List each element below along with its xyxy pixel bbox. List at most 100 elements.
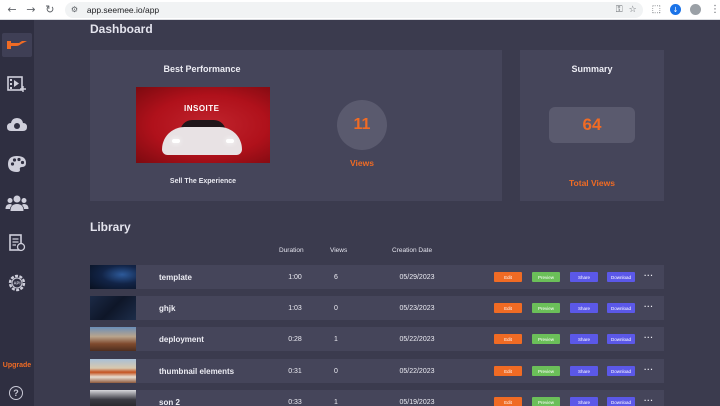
best-performance-title: Best Performance [163,64,241,74]
video-views: 6 [334,273,338,281]
cloud-upload-icon [7,118,27,131]
menu-icon[interactable]: ⋮ [710,4,720,15]
address-bar[interactable]: ⚙ app.seemee.io/app ⚿ ☆ [64,1,643,18]
more-options-icon[interactable]: ··· [644,271,654,280]
users-icon [5,195,29,211]
sidebar-item-themes[interactable] [2,152,32,176]
video-views: 1 [334,335,338,343]
best-views-label: Views [350,158,374,168]
video-name[interactable]: thumbnail elements [159,367,234,376]
preview-button[interactable]: Preview [532,397,560,406]
library-title: Library [90,220,131,234]
upgrade-link[interactable]: Upgrade [0,362,34,369]
profile-avatar[interactable] [690,4,702,15]
help-icon[interactable]: ? [9,386,23,400]
best-video-thumbnail[interactable]: INSOITE [136,87,270,163]
video-date: 05/22/2023 [399,335,435,343]
table-row[interactable]: thumbnail elements 0:31 0 05/22/2023 Edi… [90,359,664,383]
download-button[interactable]: Download [607,303,635,313]
video-name[interactable]: deployment [159,335,204,344]
reload-icon[interactable]: ↻ [43,3,57,17]
edit-button[interactable]: Edit [494,397,522,406]
share-button[interactable]: Share [570,397,598,406]
video-duration: 0:31 [288,367,302,375]
video-duration: 0:28 [288,335,302,343]
sidebar-item-videos[interactable] [2,72,32,96]
sidebar: API Upgrade ? [0,20,34,406]
svg-text:API: API [14,281,21,286]
logo-icon [7,41,27,49]
more-options-icon[interactable]: ··· [644,333,654,342]
edit-button[interactable]: Edit [494,334,522,344]
extensions-icon[interactable]: ⬚ [652,4,661,15]
column-header-views: Views [330,247,348,254]
total-views-label: Total Views [569,178,615,188]
edit-button[interactable]: Edit [494,303,522,313]
sidebar-item-cloud[interactable] [2,113,32,137]
best-performance-card: Best Performance INSOITE Sell The Experi… [90,50,502,201]
table-row[interactable]: template 1:00 6 05/29/2023 Edit Preview … [90,265,664,289]
video-name[interactable]: ghjk [159,304,175,313]
video-date: 05/23/2023 [399,304,435,312]
edit-button[interactable]: Edit [494,366,522,376]
back-icon[interactable]: ← [5,3,19,17]
sidebar-item-documents[interactable] [2,231,32,255]
video-views: 0 [334,304,338,312]
forward-icon[interactable]: → [24,3,38,17]
sidebar-item-home[interactable] [2,33,32,57]
headlight-left [172,139,180,143]
more-options-icon[interactable]: ··· [644,396,654,405]
video-thumbnail[interactable] [90,265,136,289]
table-row[interactable]: deployment 0:28 1 05/22/2023 Edit Previe… [90,327,664,351]
share-button[interactable]: Share [570,366,598,376]
sidebar-item-api[interactable]: API [2,271,32,295]
headlight-right [226,139,234,143]
more-options-icon[interactable]: ··· [644,302,654,311]
total-views-count: 64 [549,107,635,143]
main-content: Dashboard Best Performance INSOITE Sell … [34,20,720,406]
video-duration: 0:33 [288,398,302,406]
preview-button[interactable]: Preview [532,303,560,313]
column-header-duration: Duration [279,247,304,254]
video-date: 05/29/2023 [399,273,435,281]
summary-title: Summary [571,64,613,74]
share-button[interactable]: Share [570,303,598,313]
download-button[interactable]: Download [607,397,635,406]
download-button[interactable]: Download [607,272,635,282]
thumbnail-logo-text: INSOITE [184,104,220,113]
download-button[interactable]: Download [607,334,635,344]
video-views: 1 [334,398,338,406]
site-info-icon[interactable]: ⚙ [71,5,83,14]
video-name[interactable]: template [159,273,192,282]
preview-button[interactable]: Preview [532,334,560,344]
video-thumbnail[interactable] [90,359,136,383]
column-header-created: Creation Date [392,247,433,254]
table-row[interactable]: son 2 0:33 1 05/19/2023 Edit Preview Sha… [90,390,664,406]
browser-toolbar: ← → ↻ ⚙ app.seemee.io/app ⚿ ☆ ⬚ ↓ ⋮ [0,0,720,20]
video-thumbnail[interactable] [90,390,136,406]
edit-button[interactable]: Edit [494,272,522,282]
palette-icon [8,156,26,172]
api-gear-icon: API [8,274,26,292]
video-thumbnail[interactable] [90,296,136,320]
key-icon[interactable]: ⚿ [616,5,623,15]
star-icon[interactable]: ☆ [629,5,637,15]
video-duration: 1:03 [288,304,302,312]
share-button[interactable]: Share [570,334,598,344]
table-row[interactable]: ghjk 1:03 0 05/23/2023 Edit Preview Shar… [90,296,664,320]
preview-button[interactable]: Preview [532,272,560,282]
sidebar-item-users[interactable] [2,191,32,215]
video-duration: 1:00 [288,273,302,281]
more-options-icon[interactable]: ··· [644,365,654,374]
page-title: Dashboard [90,22,153,36]
video-thumbnail[interactable] [90,327,136,351]
download-icon[interactable]: ↓ [670,4,682,15]
video-name[interactable]: son 2 [159,398,180,406]
document-icon [9,234,26,252]
preview-button[interactable]: Preview [532,366,560,376]
summary-card: Summary 64 Total Views [520,50,664,201]
url-text[interactable]: app.seemee.io/app [87,5,610,15]
best-video-title: Sell The Experience [169,178,237,185]
share-button[interactable]: Share [570,272,598,282]
download-button[interactable]: Download [607,366,635,376]
